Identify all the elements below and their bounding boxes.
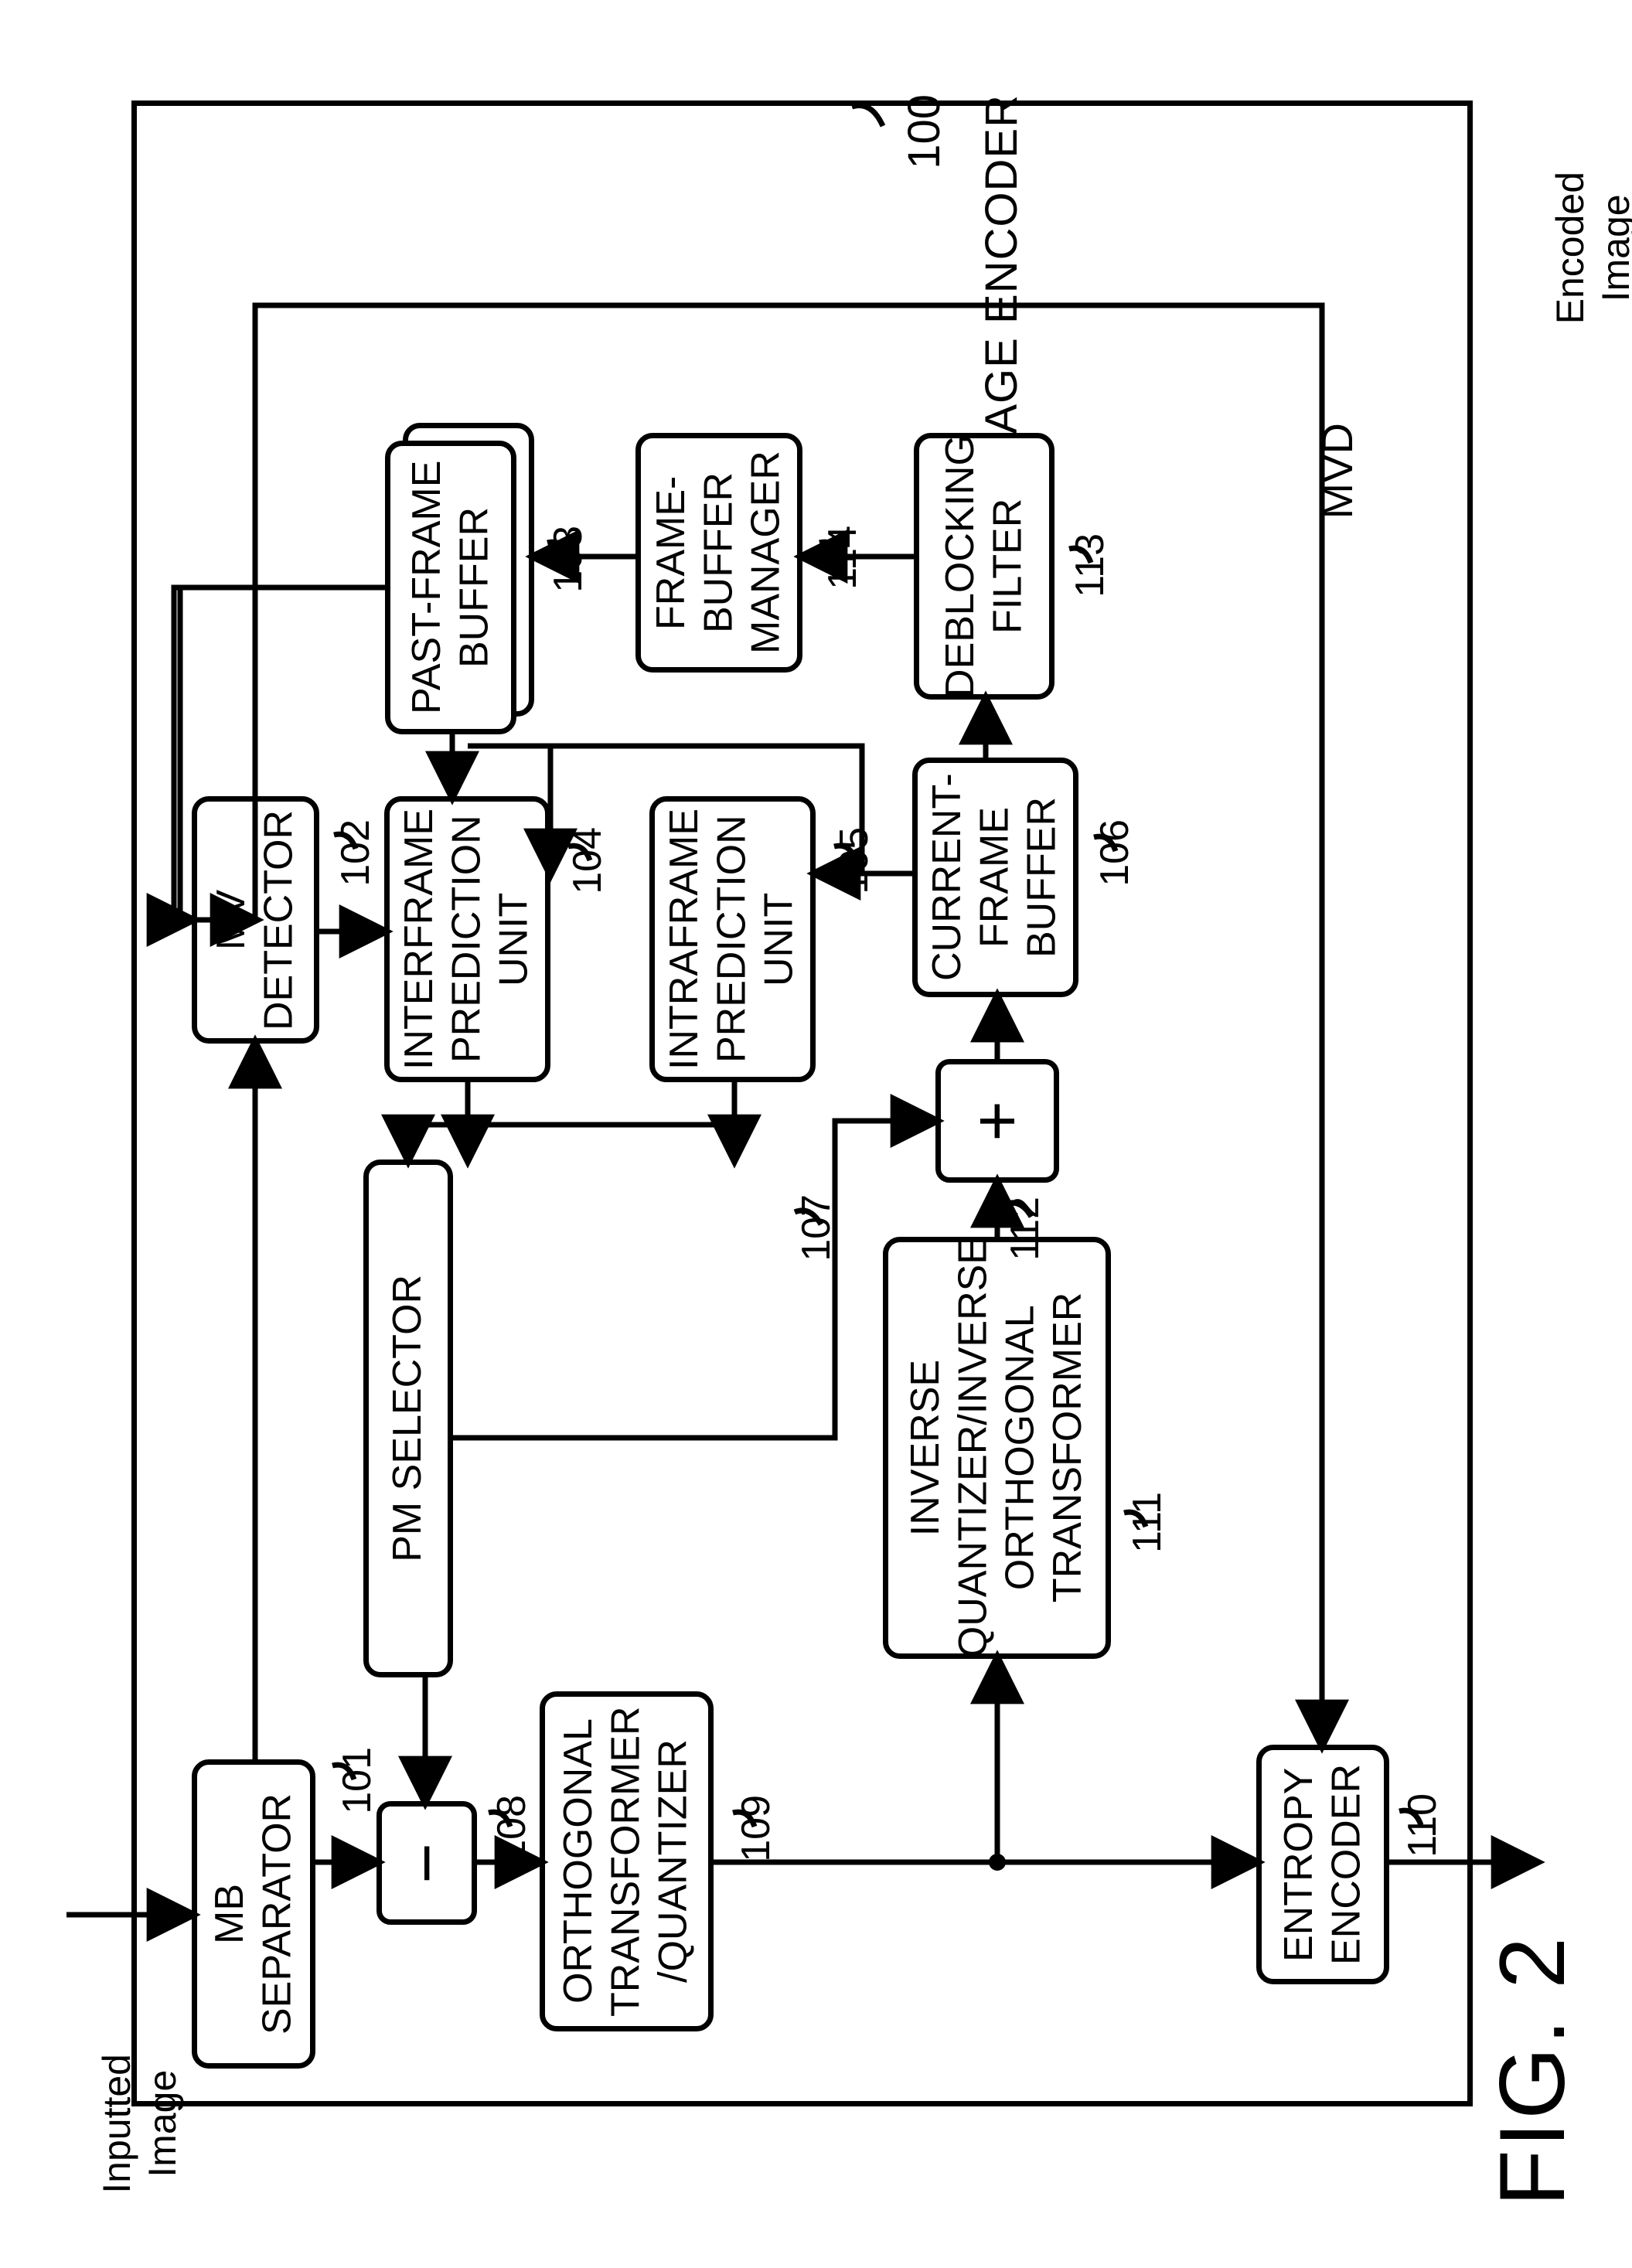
- mvd-label: MVD: [1264, 371, 1363, 582]
- deblocking-filter: DEBLOCKING FILTER: [914, 433, 1054, 700]
- ref-112: 112: [1002, 1197, 1049, 1271]
- pm-selector: PM SELECTOR: [363, 1160, 453, 1677]
- ref-107: 107: [793, 1194, 840, 1272]
- ref-111: 111: [1124, 1492, 1171, 1563]
- entropy-encoder: ENTROPY ENCODER: [1256, 1745, 1389, 1984]
- past-frame-buffer: PAST-FRAME BUFFER: [385, 441, 516, 734]
- ref-113: 113: [1067, 533, 1114, 608]
- ref-103: 103: [545, 526, 592, 603]
- ref-114: 114: [819, 526, 867, 600]
- ref-110: 110: [1399, 1793, 1446, 1868]
- adder: +: [935, 1059, 1059, 1183]
- ref-102: 102: [332, 819, 380, 897]
- mv-detector: MV DETECTOR: [192, 796, 319, 1044]
- interframe-prediction: INTERFRAME PREDICTION UNIT: [384, 796, 550, 1082]
- ref-105: 105: [831, 827, 878, 904]
- subtractor: −: [376, 1801, 477, 1925]
- ref-104: 104: [564, 827, 612, 904]
- ref-106: 106: [1092, 819, 1139, 897]
- ref-101: 101: [334, 1747, 381, 1824]
- output-label: Encoded Image: [1500, 120, 1632, 387]
- figure-label: FIG. 2: [1479, 1935, 1586, 2206]
- intraframe-prediction: INTRAFRAME PREDICTION UNIT: [649, 796, 816, 1082]
- inverse-quantizer-transformer: INVERSE QUANTIZER/INVERSE ORTHOGONAL TRA…: [883, 1237, 1111, 1659]
- input-label: Inputted Image: [46, 2002, 186, 2256]
- mb-separator: MB SEPARATOR: [192, 1759, 315, 2069]
- frame-buffer-manager: FRAME- BUFFER MANAGER: [635, 433, 802, 673]
- orthogonal-transformer-quantizer: ORTHOGONAL TRANSFORMER /QUANTIZER: [540, 1691, 714, 2031]
- ref-109: 109: [733, 1795, 780, 1872]
- ref-108: 108: [489, 1795, 536, 1872]
- current-frame-buffer: CURRENT- FRAME BUFFER: [912, 758, 1078, 997]
